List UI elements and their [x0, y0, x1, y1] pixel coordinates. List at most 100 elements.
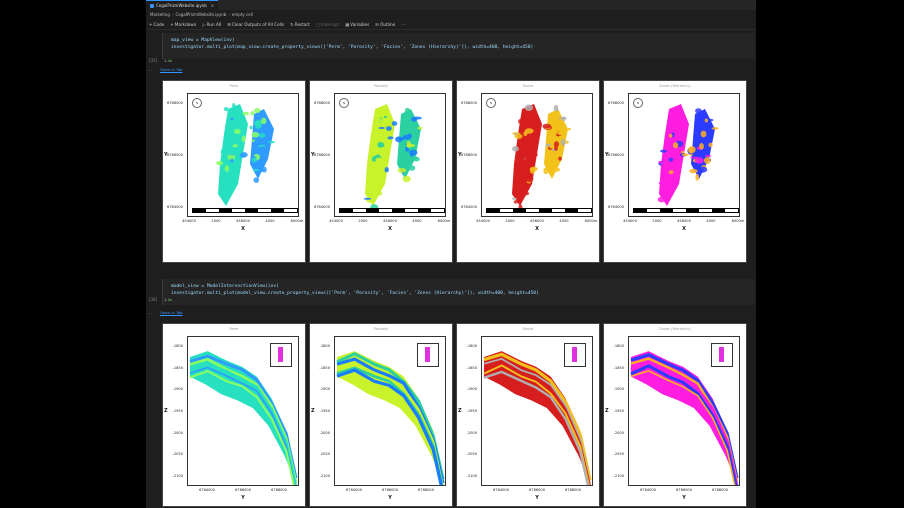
scale-segment [219, 209, 232, 212]
plot-area[interactable] [334, 336, 446, 494]
property-patch [542, 123, 552, 129]
panel-title: Facies [522, 327, 534, 331]
property-patch [708, 142, 713, 148]
property-patch [391, 121, 398, 126]
scale-segment [193, 209, 206, 212]
code-editor[interactable]: map_view = MapView(inv) investigator.mul… [163, 33, 755, 55]
toolbar-clear-outputs-of-all-cells-button[interactable]: ☰ Clear Outputs of All Cells [227, 22, 284, 27]
property-patch [525, 158, 532, 162]
plot-panel[interactable]: Perm -1800 -1850 -1900 -1950 -2000 -2050 -2100 Z… [162, 323, 306, 507]
x-tick-label: 456000 [530, 219, 544, 223]
y-tick-label: -1900 [319, 387, 330, 392]
scale-segment [526, 209, 539, 212]
breadcrumb-item[interactable]: empty cell [232, 12, 253, 17]
toolbar-label: Clear Outputs of All Cells [231, 21, 285, 27]
y-tick-label: -1950 [319, 409, 330, 413]
property-patch [657, 196, 666, 203]
plot-panel[interactable]: Zones (Hierarchy) -1800 -1850 -1900 -1950 -20… [603, 323, 747, 507]
more-icon[interactable]: … [148, 67, 152, 72]
tab-bar: CegalPrizmWebsite.ipynb ✕ [146, 0, 756, 11]
close-icon[interactable]: ✕ [211, 3, 214, 8]
plot-panel[interactable]: Facies N 6788000 6786000 6784000 Y 454000 2000 4… [456, 80, 600, 263]
x-tick-label: 454000 [623, 219, 637, 223]
toolbar-markdown-button[interactable]: + Markdown [170, 22, 196, 27]
plot-panel[interactable]: Perm N 6788000 6786000 6784000 Y 454000 2000 456… [162, 80, 306, 263]
plot-area[interactable]: N [628, 93, 740, 217]
property-patch [235, 113, 240, 117]
scale-segment [487, 209, 500, 212]
plot-panel[interactable]: Zones (Hierarchy) N 6788000 6786000 6784000 Y… [603, 80, 747, 263]
property-patch [370, 185, 377, 192]
scale-segment [379, 209, 392, 212]
property-patch [258, 133, 266, 138]
x-tick-label: 6000m [290, 219, 304, 223]
scale-segment [206, 209, 219, 212]
property-patch [672, 142, 679, 149]
plot-area[interactable]: N [481, 93, 593, 217]
more-icon[interactable]: … [148, 310, 152, 315]
property-patch [402, 134, 412, 140]
property-patch [518, 118, 526, 125]
y-axis-label: Y [458, 152, 462, 158]
y-tick-label: -2100 [466, 474, 477, 478]
y-tick-label: -2100 [172, 474, 183, 478]
property-patch [417, 126, 423, 130]
panel-title: Zones (Hierarchy) [659, 327, 691, 331]
code-editor[interactable]: model_view = ModelIntersectionView(inv) … [163, 279, 755, 301]
property-patch [695, 108, 702, 114]
property-patch [216, 160, 223, 166]
plot-panel[interactable]: Facies -1800 -1850 -1900 -1950 -2000 -2050 -210… [456, 323, 600, 507]
plot-panel[interactable]: Porosity -1800 -1850 -1900 -1950 -2000 -2050 -2… [309, 323, 453, 507]
plot-area[interactable]: N [334, 93, 446, 217]
scale-segment [245, 209, 258, 212]
x-tick-label: 6784000 [198, 488, 216, 492]
panel-title: Zones (Hierarchy) [659, 84, 691, 88]
property-patch [378, 126, 385, 130]
property-patch [520, 191, 530, 196]
scale-bar [486, 208, 592, 213]
toolbar-outline-button[interactable]: ☷ Outline [375, 22, 395, 27]
toolbar-run-all-button[interactable]: ▷ Run All [202, 22, 221, 27]
plot-panel[interactable]: Porosity N 6788000 6786000 6784000 Y 454000 200… [309, 80, 453, 263]
property-patch [251, 131, 260, 138]
toolbar-variables-button[interactable]: ▦ Variables [345, 22, 369, 27]
x-tick-label: 6784000 [639, 488, 657, 492]
plot-area[interactable] [187, 336, 299, 496]
property-patch [267, 140, 275, 144]
run-all-icon: ▷ [202, 21, 206, 27]
chevron-right-icon: › [171, 12, 174, 17]
toolbar-code-button[interactable]: + Code [149, 22, 164, 27]
property-patch [408, 149, 418, 156]
plot-area[interactable] [628, 336, 740, 497]
breadcrumb-item[interactable]: CegalPrizmWebsite.ipynb [176, 12, 227, 17]
scale-segment [232, 209, 245, 212]
x-axis-label: Y [388, 495, 392, 501]
property-patch [560, 139, 566, 146]
location-inset [270, 343, 292, 367]
toolbar-restart-button[interactable]: ↻ Restart [290, 22, 310, 27]
variables-icon: ▦ [345, 21, 350, 27]
plot-area[interactable] [481, 336, 593, 495]
y-axis-label: Z [458, 408, 462, 414]
more-icon[interactable]: ⋯ [401, 22, 405, 27]
property-patch [402, 175, 411, 183]
breadcrumb-item[interactable]: Marketing [150, 12, 170, 17]
scale-segment [712, 209, 725, 212]
y-tick-label: -1800 [613, 344, 624, 348]
plot-area[interactable]: N [187, 93, 299, 217]
plus-icon: + [149, 21, 153, 27]
y-tick-label: -1800 [172, 344, 183, 348]
property-patch [661, 161, 667, 167]
open-output-link[interactable]: Open in Tab [160, 67, 182, 72]
notebook-tab[interactable]: CegalPrizmWebsite.ipynb ✕ [146, 0, 219, 11]
code-cell[interactable]: model_view = ModelIntersectionView(inv) … [162, 279, 755, 305]
property-patch [406, 143, 416, 148]
y-tick-label: 6786000 [166, 153, 183, 157]
property-patch [387, 136, 394, 140]
y-tick-label: -1850 [319, 365, 330, 370]
x-tick-label: 456000 [236, 219, 250, 223]
property-patch [514, 133, 523, 139]
open-output-link[interactable]: Open in Tab [160, 310, 182, 315]
code-cell[interactable]: map_view = MapView(inv) investigator.mul… [162, 33, 755, 59]
property-patch [226, 185, 233, 191]
